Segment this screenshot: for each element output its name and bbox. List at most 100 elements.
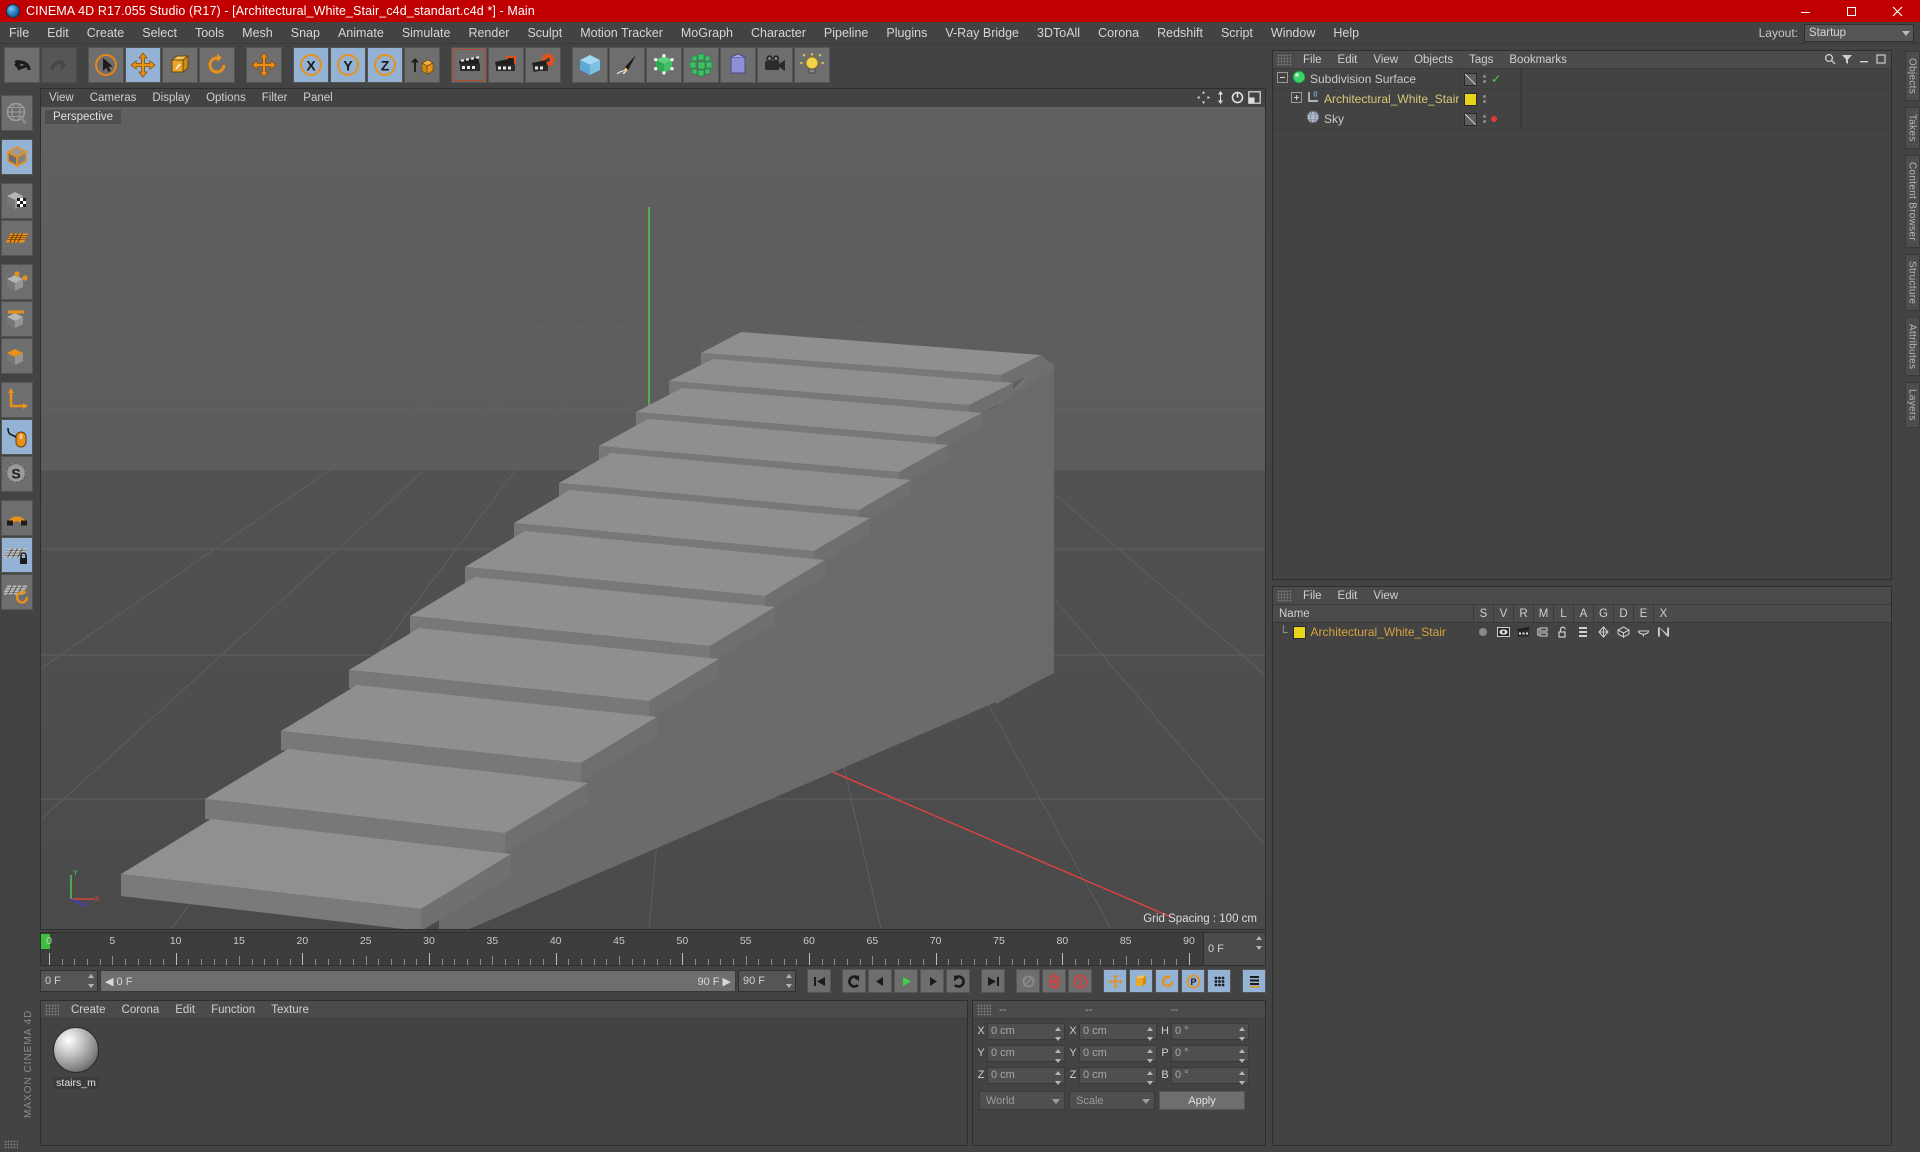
menu-animate[interactable]: Animate — [329, 22, 393, 44]
play-button[interactable] — [894, 969, 918, 993]
polygon-mode-button[interactable] — [1, 338, 33, 374]
frame-start-field[interactable]: 0 F — [40, 970, 98, 992]
lock-x-axis-button[interactable]: X — [293, 47, 329, 83]
list-column-l[interactable]: L — [1553, 605, 1573, 623]
list-column-name[interactable]: Name — [1273, 608, 1473, 620]
world-object-axis-button[interactable] — [246, 47, 282, 83]
dock-tab-attributes[interactable]: Attributes — [1905, 317, 1920, 376]
object-row[interactable]: Sky — [1273, 109, 1891, 129]
material-item[interactable]: stairs_m — [49, 1027, 103, 1091]
coord-rotation-b-field[interactable]: 0 ° — [1171, 1067, 1249, 1084]
keyframe-selection-button[interactable]: ? — [1068, 969, 1092, 993]
status-grip-icon[interactable] — [4, 1140, 18, 1149]
object-menu-objects[interactable]: Objects — [1406, 51, 1461, 69]
rotate-tool-button[interactable] — [199, 47, 235, 83]
object-row[interactable]: Subdivision Surface✓ — [1273, 69, 1891, 89]
menu-motion-tracker[interactable]: Motion Tracker — [571, 22, 672, 44]
viewport-menu-view[interactable]: View — [41, 89, 82, 107]
menu-simulate[interactable]: Simulate — [393, 22, 460, 44]
add-cube-button[interactable] — [572, 47, 608, 83]
object-tree[interactable]: Subdivision Surface✓0Architectural_White… — [1273, 69, 1891, 129]
lock-y-axis-button[interactable]: Y — [330, 47, 366, 83]
step-forward-button[interactable] — [920, 969, 944, 993]
filter-icon[interactable] — [1841, 53, 1853, 68]
step-back-button[interactable] — [868, 969, 892, 993]
record-active-objects-button[interactable] — [1016, 969, 1040, 993]
object-row[interactable]: 0Architectural_White_Stair — [1273, 89, 1891, 109]
menu-select[interactable]: Select — [133, 22, 186, 44]
material-swatch-empty[interactable] — [1464, 113, 1477, 126]
render-dot-icon[interactable] — [1491, 116, 1497, 122]
menu-3dtoall[interactable]: 3DToAll — [1028, 22, 1089, 44]
spinner-icon[interactable] — [786, 974, 793, 988]
dock-tab-takes[interactable]: Takes — [1905, 107, 1920, 149]
dock-tab-structure[interactable]: Structure — [1905, 254, 1920, 311]
viewport-solo-button[interactable] — [1, 419, 33, 455]
coord-rotation-h-field[interactable]: 0 ° — [1171, 1023, 1249, 1040]
render-region-button[interactable] — [1, 95, 33, 131]
render-clapper-icon[interactable] — [1513, 626, 1533, 638]
list-column-x[interactable]: X — [1653, 605, 1673, 623]
object-menu-tags[interactable]: Tags — [1461, 51, 1501, 69]
spinner-icon[interactable] — [1147, 1049, 1154, 1063]
list-column-v[interactable]: V — [1493, 605, 1513, 623]
material-swatch[interactable] — [1464, 93, 1477, 106]
list-column-r[interactable]: R — [1513, 605, 1533, 623]
menu-snap[interactable]: Snap — [282, 22, 329, 44]
object-menu-edit[interactable]: Edit — [1330, 51, 1366, 69]
menu-create[interactable]: Create — [78, 22, 134, 44]
panel-grip-icon[interactable] — [45, 1004, 59, 1016]
material-menu-texture[interactable]: Texture — [263, 1001, 317, 1019]
list-column-e[interactable]: E — [1633, 605, 1653, 623]
visibility-check-icon[interactable]: ✓ — [1491, 73, 1501, 85]
material-swatch[interactable] — [1293, 626, 1306, 639]
list-column-a[interactable]: A — [1573, 605, 1593, 623]
viewport-menu-display[interactable]: Display — [144, 89, 198, 107]
object-tag-cell[interactable] — [1459, 89, 1521, 109]
coord-position-x-field[interactable]: 0 cm — [987, 1023, 1065, 1040]
live-selection-button[interactable] — [88, 47, 124, 83]
soft-selection-button[interactable]: S — [1, 456, 33, 492]
motion-icon[interactable] — [1533, 626, 1553, 638]
menu-v-ray-bridge[interactable]: V-Ray Bridge — [936, 22, 1028, 44]
object-tag-cell[interactable] — [1459, 109, 1521, 129]
move-tool-button[interactable] — [125, 47, 161, 83]
record-point-level-button[interactable] — [1207, 969, 1231, 993]
add-nurbs-button[interactable] — [646, 47, 682, 83]
solo-dot-icon[interactable] — [1473, 626, 1493, 638]
panel-grip-icon[interactable] — [1277, 590, 1291, 602]
coordinate-mode-combo[interactable]: Scale — [1069, 1091, 1155, 1110]
make-editable-button[interactable] — [1, 139, 33, 175]
rotate-icon[interactable] — [1231, 91, 1244, 107]
record-rotation-button[interactable] — [1155, 969, 1179, 993]
menu-pipeline[interactable]: Pipeline — [815, 22, 877, 44]
magnet-button[interactable] — [1, 500, 33, 536]
maximize-icon[interactable] — [1828, 0, 1874, 22]
visibility-dots-icon[interactable] — [1482, 75, 1486, 83]
menu-tools[interactable]: Tools — [186, 22, 233, 44]
search-icon[interactable] — [1824, 53, 1836, 68]
viewport-menu-panel[interactable]: Panel — [295, 89, 340, 107]
go-to-end-button[interactable] — [981, 969, 1005, 993]
deformer-icon[interactable] — [1613, 626, 1633, 638]
generator-icon[interactable] — [1593, 626, 1613, 638]
list-column-s[interactable]: S — [1473, 605, 1493, 623]
list-column-d[interactable]: D — [1613, 605, 1633, 623]
object-menu-file[interactable]: File — [1295, 51, 1330, 69]
spinner-icon[interactable] — [1055, 1071, 1062, 1085]
dolly-icon[interactable] — [1214, 91, 1227, 107]
render-to-picture-viewer-button[interactable] — [488, 47, 524, 83]
coord-size-z-field[interactable]: 0 cm — [1079, 1067, 1157, 1084]
spinner-icon[interactable] — [1239, 1071, 1246, 1085]
scale-tool-button[interactable] — [162, 47, 198, 83]
menu-window[interactable]: Window — [1262, 22, 1324, 44]
add-spline-button[interactable] — [609, 47, 645, 83]
menu-character[interactable]: Character — [742, 22, 815, 44]
undo-button[interactable] — [4, 47, 40, 83]
expression-icon[interactable] — [1633, 626, 1653, 638]
spinner-icon[interactable] — [1055, 1027, 1062, 1041]
render-settings-button[interactable] — [525, 47, 561, 83]
list-menu-view[interactable]: View — [1365, 587, 1406, 605]
timeline-options-button[interactable] — [1242, 969, 1266, 993]
xref-icon[interactable] — [1653, 626, 1673, 638]
